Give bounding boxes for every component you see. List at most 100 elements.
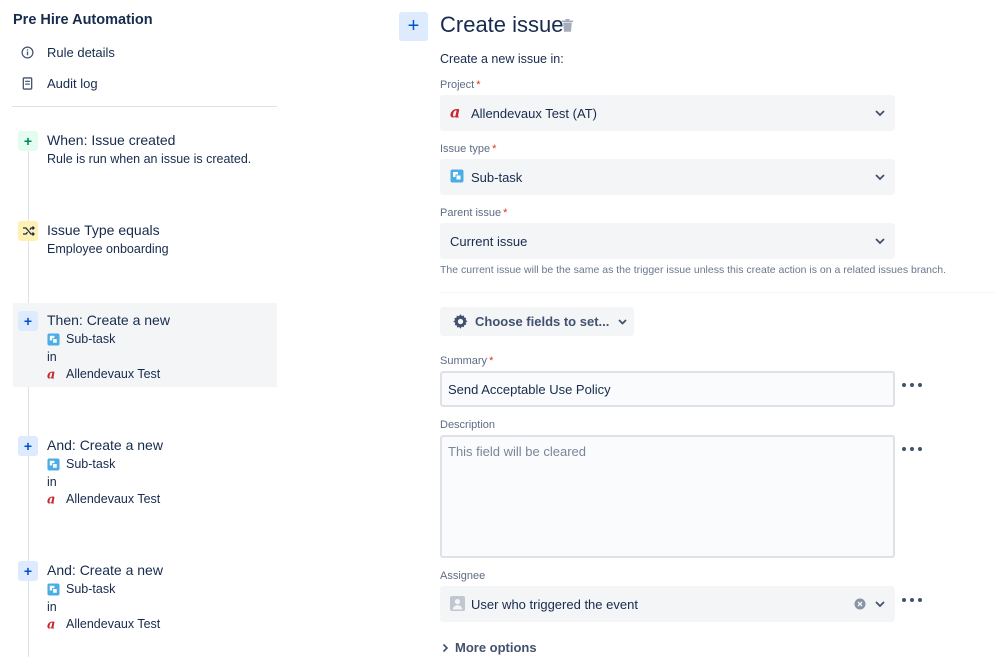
- choose-fields-button[interactable]: Choose fields to set...: [440, 307, 634, 336]
- component-in-label: in: [47, 599, 57, 614]
- project-field-label: Project *: [440, 79, 481, 91]
- label-text: Parent issue: [440, 207, 502, 219]
- description-field-label: Description: [440, 419, 496, 431]
- required-marker: *: [492, 143, 497, 155]
- chevron-down-icon: [873, 106, 887, 120]
- project-select-value: Allendevaux Test (AT): [471, 105, 597, 121]
- rule-sidebar: Pre Hire Automation Rule details Audit l…: [0, 0, 290, 657]
- issue-type-select[interactable]: Sub-task: [440, 159, 895, 195]
- issue-type-label: Sub-task: [66, 457, 116, 471]
- svg-text:a: a: [47, 618, 55, 631]
- rule-component-action[interactable]: + And: Create a new Sub-task in a Allend…: [13, 428, 277, 517]
- chevron-right-icon: [440, 643, 450, 653]
- intro-text: Create a new issue in:: [440, 52, 564, 66]
- component-project: a Allendevaux Test: [47, 366, 277, 384]
- chevron-down-icon: [873, 597, 887, 611]
- subtask-icon: [47, 333, 60, 346]
- component-title: Then: Create a new: [47, 312, 170, 328]
- parent-issue-field-label: Parent issue *: [440, 207, 507, 219]
- component-in-label: in: [47, 474, 57, 489]
- chevron-down-icon: [617, 316, 628, 327]
- component-title: Issue Type equals: [47, 222, 160, 238]
- gear-icon: [452, 313, 469, 330]
- project-select[interactable]: a Allendevaux Test (AT): [440, 95, 895, 131]
- clear-icon[interactable]: [854, 598, 866, 610]
- nav-label: Rule details: [47, 45, 115, 60]
- document-icon: [20, 77, 34, 91]
- component-title: When: Issue created: [47, 132, 176, 148]
- project-label: Allendevaux Test: [66, 492, 161, 506]
- component-project: a Allendevaux Test: [47, 616, 277, 634]
- description-more-icon[interactable]: [902, 444, 922, 454]
- plus-icon: +: [407, 15, 420, 37]
- plus-icon: +: [18, 436, 38, 456]
- sidebar-divider: [12, 106, 277, 107]
- summary-input[interactable]: [440, 371, 895, 407]
- issue-type-label: Sub-task: [66, 332, 116, 346]
- plus-icon: +: [18, 561, 38, 581]
- info-icon: [20, 46, 34, 60]
- issue-type-label: Sub-task: [66, 582, 116, 596]
- rule-component-condition[interactable]: Issue Type equals Employee onboarding: [13, 213, 277, 266]
- choose-fields-label: Choose fields to set...: [475, 314, 610, 329]
- nav-rule-details[interactable]: Rule details: [20, 45, 115, 60]
- nav-label: Audit log: [47, 76, 98, 91]
- chevron-down-icon: [873, 170, 887, 184]
- project-label: Allendevaux Test: [66, 617, 161, 631]
- component-issue-type: Sub-task: [47, 456, 277, 474]
- subtask-icon: [450, 169, 466, 185]
- project-a-icon: a: [47, 493, 60, 506]
- assignee-field-label: Assignee: [440, 570, 486, 582]
- label-text: Project: [440, 79, 475, 91]
- plus-icon: +: [18, 131, 38, 151]
- rule-component-action[interactable]: + And: Create a new Sub-task in a Allend…: [13, 553, 277, 642]
- component-in-label: in: [47, 349, 57, 364]
- section-divider: [440, 292, 995, 293]
- parent-issue-helper-text: The current issue will be the same as th…: [440, 264, 947, 276]
- rule-component-action-selected[interactable]: + Then: Create a new Sub-task in a Allen…: [13, 303, 277, 387]
- rule-component-trigger[interactable]: + When: Issue created Rule is run when a…: [13, 123, 277, 176]
- rule-title: Pre Hire Automation: [13, 12, 153, 28]
- more-options-toggle[interactable]: More options: [440, 640, 537, 655]
- component-project: a Allendevaux Test: [47, 491, 277, 509]
- component-subtitle: Employee onboarding: [47, 242, 169, 256]
- subtask-icon: [47, 458, 60, 471]
- svg-text:a: a: [47, 368, 55, 381]
- issue-type-field-label: Issue type *: [440, 143, 496, 155]
- required-marker: *: [476, 79, 481, 91]
- nav-audit-log[interactable]: Audit log: [20, 76, 98, 91]
- required-marker: *: [503, 207, 508, 219]
- component-title: And: Create a new: [47, 437, 163, 453]
- svg-text:a: a: [47, 493, 55, 506]
- create-issue-action-icon: +: [399, 12, 428, 41]
- component-issue-type: Sub-task: [47, 331, 277, 349]
- issue-type-select-value: Sub-task: [471, 169, 523, 185]
- required-marker: *: [489, 355, 494, 367]
- chevron-down-icon: [873, 234, 887, 248]
- svg-text:a: a: [450, 105, 460, 121]
- component-issue-type: Sub-task: [47, 581, 277, 599]
- parent-issue-select-value: Current issue: [450, 233, 528, 249]
- project-a-icon: a: [47, 618, 60, 631]
- user-avatar-icon: [450, 596, 466, 612]
- component-title: And: Create a new: [47, 562, 163, 578]
- assignee-select[interactable]: User who triggered the event: [440, 586, 895, 622]
- assignee-more-icon[interactable]: [902, 595, 922, 605]
- summary-field-label: Summary *: [440, 355, 493, 367]
- project-a-icon: a: [450, 105, 466, 121]
- component-subtitle: Rule is run when an issue is created.: [47, 152, 252, 166]
- trash-icon[interactable]: [562, 19, 573, 32]
- plus-icon: +: [18, 311, 38, 331]
- label-text: Issue type: [440, 143, 491, 155]
- page-title: Create issue: [440, 12, 564, 37]
- project-a-icon: a: [47, 368, 60, 381]
- project-label: Allendevaux Test: [66, 367, 161, 381]
- more-options-label: More options: [455, 640, 537, 655]
- assignee-select-value: User who triggered the event: [471, 596, 638, 612]
- summary-more-icon[interactable]: [902, 380, 922, 390]
- shuffle-icon: [18, 221, 38, 241]
- subtask-icon: [47, 583, 60, 596]
- parent-issue-select[interactable]: Current issue: [440, 223, 895, 259]
- label-text: Summary: [440, 355, 488, 367]
- description-textarea[interactable]: [440, 435, 895, 558]
